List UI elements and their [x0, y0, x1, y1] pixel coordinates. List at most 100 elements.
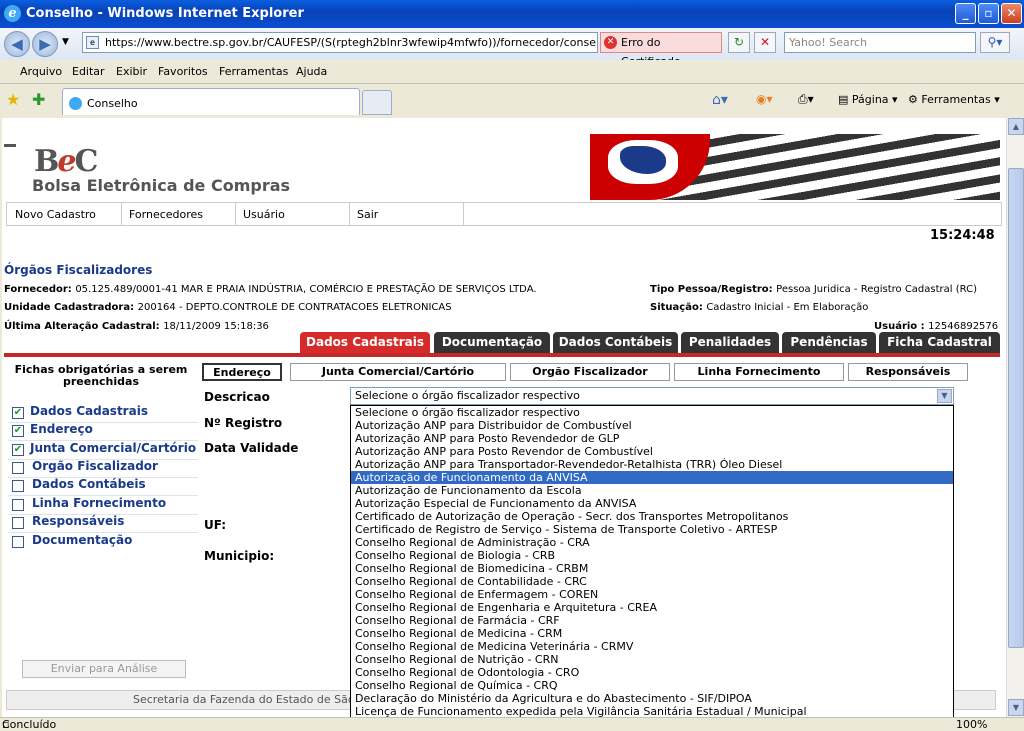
alteracao-value: 18/11/2009 15:18:36: [163, 321, 269, 332]
dropdown-option[interactable]: Licença de Funcionamento expedida pela V…: [351, 705, 953, 717]
scroll-down-icon[interactable]: ▼: [1008, 699, 1024, 716]
nav-fornecedores[interactable]: Fornecedores: [129, 208, 203, 221]
fornecedor-label: Fornecedor:: [4, 284, 72, 295]
menu-editar[interactable]: Editar: [72, 65, 105, 78]
page-icon: e: [86, 36, 99, 49]
subtab-endereco[interactable]: Endereço: [202, 363, 282, 381]
nav-sair[interactable]: Sair: [357, 208, 378, 221]
dropdown-option[interactable]: Conselho Regional de Biologia - CRB: [351, 549, 953, 562]
tipo-row: Tipo Pessoa/Registro: Pessoa Juridica - …: [650, 282, 977, 295]
sp-flag-banner: [590, 134, 1000, 200]
scroll-thumb[interactable]: [1008, 168, 1024, 648]
menu-ferramentas[interactable]: Ferramentas: [219, 65, 288, 78]
chevron-down-icon[interactable]: ▼: [937, 389, 952, 403]
tools-menu[interactable]: ⚙ Ferramentas ▾: [908, 93, 1000, 106]
dropdown-option[interactable]: Autorização de Funcionamento da Escola: [351, 484, 953, 497]
tools-gear-icon: ⚙: [908, 93, 918, 106]
dropdown-option[interactable]: Conselho Regional de Biomedicina - CRBM: [351, 562, 953, 575]
scroll-up-icon[interactable]: ▲: [1008, 118, 1024, 135]
address-text: https://www.bectre.sp.gov.br/CAUFESP/(S(…: [105, 36, 598, 49]
menu-exibir[interactable]: Exibir: [116, 65, 147, 78]
subtab-linha-fornecimento[interactable]: Linha Fornecimento: [674, 363, 844, 381]
history-dropdown-icon[interactable]: ▼: [62, 37, 69, 47]
address-input[interactable]: e https://www.bectre.sp.gov.br/CAUFESP/(S…: [82, 32, 598, 53]
ficha-dados-contabeis[interactable]: Dados Contábeis: [32, 477, 146, 491]
dropdown-option[interactable]: Certificado de Registro de Serviço - Sis…: [351, 523, 953, 536]
menu-arquivo[interactable]: Arquivo: [20, 65, 62, 78]
new-tab-button[interactable]: [362, 90, 392, 115]
enviar-analise-button[interactable]: Enviar para Análise: [22, 660, 186, 678]
dropdown-option[interactable]: Certificado de Autorização de Operação -…: [351, 510, 953, 523]
dropdown-option[interactable]: Declaração do Ministério da Agricultura …: [351, 692, 953, 705]
nav-novo-cadastro[interactable]: Novo Cadastro: [15, 208, 96, 221]
back-icon[interactable]: ◀: [4, 31, 30, 57]
dropdown-option[interactable]: Conselho Regional de Administração - CRA: [351, 536, 953, 549]
dropdown-option[interactable]: Conselho Regional de Enfermagem - COREN: [351, 588, 953, 601]
ficha-documentacao[interactable]: Documentação: [32, 533, 132, 547]
favorites-star-icon[interactable]: ★: [6, 90, 20, 109]
ficha-endereco[interactable]: Endereço: [30, 422, 93, 436]
search-input[interactable]: Yahoo! Search: [784, 32, 976, 53]
tab-conselho[interactable]: Conselho: [62, 88, 360, 115]
home-icon[interactable]: ⌂▾: [712, 92, 728, 108]
vertical-scrollbar[interactable]: ▲ ▼: [1006, 118, 1024, 717]
dropdown-option[interactable]: Conselho Regional de Engenharia e Arquit…: [351, 601, 953, 614]
dropdown-option[interactable]: Conselho Regional de Medicina Veterinári…: [351, 640, 953, 653]
subtab-orgao-fiscalizador[interactable]: Orgão Fiscalizador: [510, 363, 670, 381]
dropdown-option[interactable]: Autorização Especial de Funcionamento da…: [351, 497, 953, 510]
alteracao-row: Última Alteração Cadastral: 18/11/2009 1…: [4, 319, 269, 332]
ficha-responsaveis[interactable]: Responsáveis: [32, 514, 124, 528]
section-title: Órgãos Fiscalizadores: [4, 263, 153, 277]
menu-ajuda[interactable]: Ajuda: [296, 65, 327, 78]
dropdown-option[interactable]: Autorização ANP para Posto Revendedor de…: [351, 432, 953, 445]
tab-bar: ★ ✚ Conselho ⌂▾ ◉▾ ⎙▾ ▤ Página ▾ ⚙ Ferra…: [0, 84, 1024, 118]
ficha-linha-fornecimento[interactable]: Linha Fornecimento: [32, 496, 166, 510]
zoom-level[interactable]: 100%: [956, 718, 987, 731]
top-navigation: Novo Cadastro Fornecedores Usuário Sair: [6, 202, 1002, 226]
ficha-junta-comercial[interactable]: Junta Comercial/Cartório: [30, 441, 196, 455]
dropdown-option[interactable]: Autorização ANP para Distribuidor de Com…: [351, 419, 953, 432]
page-marker: [4, 144, 16, 147]
refresh-icon[interactable]: ↻: [728, 32, 750, 53]
dropdown-option[interactable]: Conselho Regional de Contabilidade - CRC: [351, 575, 953, 588]
stop-icon[interactable]: ✕: [754, 32, 776, 53]
dropdown-option[interactable]: Conselho Regional de Medicina - CRM: [351, 627, 953, 640]
dropdown-option[interactable]: Conselho Regional de Odontologia - CRO: [351, 666, 953, 679]
tab-documentacao[interactable]: Documentação: [434, 332, 550, 353]
dropdown-option[interactable]: Conselho Regional de Farmácia - CRF: [351, 614, 953, 627]
dropdown-option[interactable]: Conselho Regional de Nutrição - CRN: [351, 653, 953, 666]
dropdown-option[interactable]: Autorização ANP para Posto Revendor de C…: [351, 445, 953, 458]
maximize-button[interactable]: ▫: [978, 3, 999, 24]
add-favorite-icon[interactable]: ✚: [32, 90, 45, 109]
tab-dados-cadastrais[interactable]: Dados Cadastrais: [300, 332, 430, 353]
certificate-error-button[interactable]: ✕Erro do Certificado: [600, 32, 722, 68]
print-icon[interactable]: ⎙▾: [798, 92, 814, 107]
tab-penalidades[interactable]: Penalidades: [681, 332, 779, 353]
tab-pendencias[interactable]: Pendências: [782, 332, 876, 353]
ie-logo-icon: e: [4, 5, 21, 22]
tab-ficha-cadastral[interactable]: Ficha Cadastral: [879, 332, 1000, 353]
nav-usuario[interactable]: Usuário: [243, 208, 285, 221]
subtab-junta-comercial[interactable]: Junta Comercial/Cartório: [290, 363, 506, 381]
tab-underline: [4, 353, 1000, 357]
forward-icon[interactable]: ▶: [32, 31, 58, 57]
orgao-select-value: Selecione o órgão fiscalizador respectiv…: [355, 389, 580, 402]
ficha-orgao-fiscalizador[interactable]: Orgão Fiscalizador: [32, 459, 158, 473]
menu-favoritos[interactable]: Favoritos: [158, 65, 208, 78]
tab-dados-contabeis[interactable]: Dados Contábeis: [553, 332, 678, 353]
dropdown-option[interactable]: Selecione o órgão fiscalizador respectiv…: [351, 406, 953, 419]
rss-icon[interactable]: ◉▾: [756, 92, 773, 106]
orgao-select[interactable]: Selecione o órgão fiscalizador respectiv…: [350, 387, 954, 405]
subtab-responsaveis[interactable]: Responsáveis: [848, 363, 968, 381]
page-menu[interactable]: ▤ Página ▾: [838, 93, 898, 106]
close-button[interactable]: ✕: [1001, 3, 1022, 24]
dropdown-option[interactable]: Autorização ANP para Transportador-Reven…: [351, 458, 953, 471]
uf-label: UF:: [204, 518, 227, 532]
tab-title: Conselho: [87, 97, 138, 110]
ficha-dados-cadastrais[interactable]: Dados Cadastrais: [30, 404, 148, 418]
minimize-button[interactable]: _: [955, 3, 976, 24]
dropdown-option[interactable]: Conselho Regional de Química - CRQ: [351, 679, 953, 692]
dropdown-option[interactable]: Autorização de Funcionamento da ANVISA: [351, 471, 953, 484]
unidade-label: Unidade Cadastradora:: [4, 302, 135, 313]
search-icon[interactable]: ⚲▾: [980, 32, 1010, 53]
